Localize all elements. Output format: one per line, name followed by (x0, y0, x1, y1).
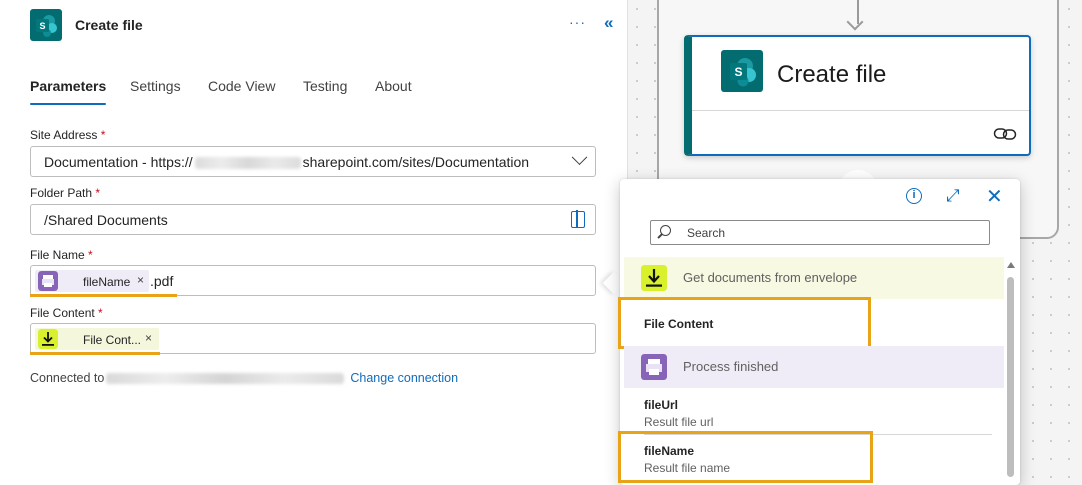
highlight-box (618, 297, 871, 349)
action-card-title: Create file (777, 61, 887, 88)
panel-header: S Create file ··· « (0, 0, 628, 52)
redacted-tenant (194, 157, 301, 170)
more-options-button[interactable]: ··· (569, 14, 586, 30)
chevron-down-icon[interactable] (571, 149, 588, 166)
expand-icon[interactable]: ⤢ (946, 186, 960, 206)
svg-text:S: S (734, 65, 742, 79)
site-address-dropdown[interactable]: Documentation - https:// sharepoint.com/s… (30, 146, 596, 177)
process-icon (641, 354, 667, 380)
tab-parameters[interactable]: Parameters (30, 78, 107, 105)
highlight-underline (30, 352, 160, 355)
scroll-thumb[interactable] (1007, 277, 1014, 477)
highlight-box (618, 431, 873, 483)
token-label: File Cont... (83, 333, 142, 347)
link-icon[interactable] (993, 126, 1017, 142)
svg-text:S: S (39, 21, 45, 31)
folder-path-value: /Shared Documents (44, 212, 168, 228)
required-mark: * (88, 248, 93, 262)
file-name-label-text: File Name (30, 248, 85, 262)
folder-path-input[interactable]: /Shared Documents (30, 204, 596, 235)
group-title: Process finished (683, 359, 779, 374)
collapse-panel-button[interactable]: « (604, 13, 613, 33)
popup-scrollbar[interactable] (1007, 261, 1015, 485)
required-mark: * (98, 306, 103, 320)
item-description: Result file url (644, 415, 714, 429)
download-icon (38, 329, 58, 349)
folder-picker-icon[interactable] (571, 210, 585, 228)
action-config-panel: S Create file ··· « Parameters Settings … (0, 0, 628, 485)
filename-token[interactable]: fileName × (35, 270, 149, 292)
sharepoint-icon: S (721, 50, 763, 92)
site-address-suffix: sharepoint.com/sites/Documentation (302, 154, 530, 170)
site-address-label-text: Site Address (30, 128, 98, 142)
info-icon[interactable]: i (906, 188, 922, 204)
group-get-documents[interactable]: Get documents from envelope (624, 257, 1004, 299)
site-address-value: Documentation - https:// sharepoint.com/s… (44, 154, 529, 170)
file-content-label: File Content * (30, 306, 103, 320)
file-name-input[interactable]: fileName × .pdf (30, 265, 596, 296)
dynamic-content-search-input[interactable]: Search (650, 220, 990, 245)
folder-path-label-text: Folder Path (30, 186, 93, 200)
required-mark: * (100, 128, 106, 142)
tab-testing[interactable]: Testing (303, 78, 347, 94)
file-content-token[interactable]: File Cont... × (35, 328, 159, 350)
remove-token-icon[interactable]: × (137, 273, 144, 287)
required-mark: * (95, 186, 101, 200)
file-content-input[interactable]: File Cont... × (30, 323, 596, 354)
file-name-label: File Name * (30, 248, 93, 262)
process-icon (38, 271, 58, 291)
dynamic-item-fileurl[interactable]: fileUrl Result file url (644, 398, 713, 429)
connected-to-text: Connected to (30, 371, 105, 385)
close-icon[interactable]: ✕ (986, 184, 1003, 209)
highlight-underline (30, 294, 177, 297)
tab-code-view[interactable]: Code View (208, 78, 275, 94)
site-address-prefix: Documentation - https:// (44, 154, 193, 170)
group-title: Get documents from envelope (683, 270, 858, 285)
search-icon (660, 225, 671, 236)
site-address-label: Site Address * (30, 128, 105, 142)
item-name: fileUrl (644, 398, 679, 412)
dynamic-content-popup: i ⤢ ✕ Search Get documents from envelope… (618, 179, 1020, 485)
connection-info: Connected to Change connection (30, 371, 458, 385)
group-process-finished[interactable]: Process finished (624, 346, 1004, 388)
search-placeholder: Search (687, 226, 726, 240)
folder-path-label: Folder Path * (30, 186, 100, 200)
redacted-account (106, 373, 345, 385)
download-icon (641, 265, 667, 291)
remove-token-icon[interactable]: × (145, 331, 152, 345)
change-connection-link[interactable]: Change connection (350, 371, 458, 385)
panel-title: Create file (75, 17, 143, 33)
scroll-up-icon[interactable] (1007, 262, 1015, 268)
file-extension-text: .pdf (150, 273, 174, 289)
tab-about[interactable]: About (375, 78, 412, 94)
token-label: fileName (83, 275, 131, 289)
tab-settings[interactable]: Settings (130, 78, 181, 94)
file-content-label-text: File Content (30, 306, 95, 320)
create-file-action-card[interactable]: S Create file (684, 35, 1031, 156)
action-card-header: S Create file (692, 37, 1029, 111)
sharepoint-icon: S (30, 9, 62, 41)
